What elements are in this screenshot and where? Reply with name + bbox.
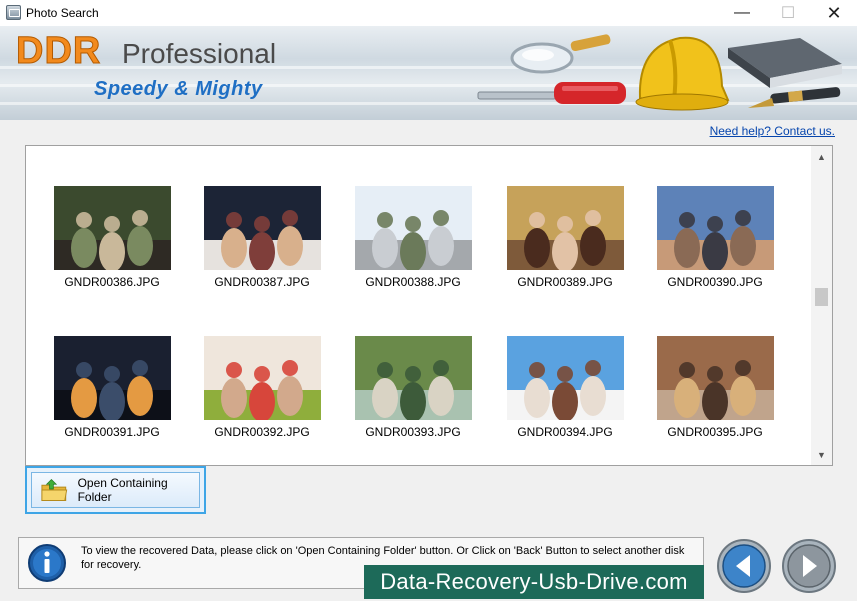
- photo-filename: GNDR00392.JPG: [214, 425, 310, 439]
- magnifier-icon: [510, 34, 611, 74]
- next-button[interactable]: [781, 538, 837, 594]
- photo-image[interactable]: [53, 336, 171, 420]
- pen-icon: [748, 87, 841, 108]
- photo-image[interactable]: [656, 336, 774, 420]
- photo-image[interactable]: [656, 186, 774, 270]
- photo-filename: GNDR00388.JPG: [365, 275, 461, 289]
- hard-hat-icon: [635, 36, 730, 111]
- window-title: Photo Search: [26, 6, 99, 20]
- photo-image[interactable]: [53, 186, 171, 270]
- close-button[interactable]: ✕: [811, 0, 857, 26]
- photo-thumbnail[interactable]: GNDR00395.JPG: [650, 336, 780, 439]
- photo-thumbnail[interactable]: GNDR00387.JPG: [197, 186, 327, 289]
- brand-logo: DDR: [15, 30, 102, 73]
- photo-image[interactable]: [506, 336, 624, 420]
- photo-filename: GNDR00391.JPG: [64, 425, 160, 439]
- photo-thumbnail[interactable]: GNDR00393.JPG: [348, 336, 478, 439]
- scroll-thumb[interactable]: [815, 288, 828, 306]
- maximize-button[interactable]: ☐: [765, 0, 811, 26]
- photo-image[interactable]: [203, 186, 321, 270]
- photo-filename: GNDR00395.JPG: [667, 425, 763, 439]
- title-bar: Photo Search — ☐ ✕: [0, 0, 857, 26]
- photo-thumbnail[interactable]: GNDR00394.JPG: [500, 336, 630, 439]
- photo-filename: GNDR00393.JPG: [365, 425, 461, 439]
- open-folder-label: Open Containing Folder: [77, 476, 168, 504]
- photo-gallery: GNDR00386.JPG GNDR00387.JPG GNDR00388.JPG G…: [25, 145, 833, 466]
- photo-thumbnail[interactable]: GNDR00389.JPG: [500, 186, 630, 289]
- photo-image[interactable]: [506, 186, 624, 270]
- photo-thumbnail[interactable]: GNDR00392.JPG: [197, 336, 327, 439]
- book-icon: [728, 38, 842, 88]
- photo-image[interactable]: [354, 336, 472, 420]
- photo-filename: GNDR00394.JPG: [517, 425, 613, 439]
- screwdriver-icon: [477, 82, 626, 104]
- photo-filename: GNDR00387.JPG: [214, 275, 310, 289]
- info-icon: [28, 544, 66, 582]
- open-containing-folder-button[interactable]: Open Containing Folder: [25, 466, 206, 514]
- website-watermark: Data-Recovery-Usb-Drive.com: [364, 565, 704, 599]
- minimize-button[interactable]: —: [719, 0, 765, 26]
- photo-filename: GNDR00390.JPG: [667, 275, 763, 289]
- photo-thumbnail[interactable]: GNDR00388.JPG: [348, 186, 478, 289]
- product-name: Professional: [122, 38, 277, 69]
- vertical-scrollbar[interactable]: ▲ ▼: [811, 146, 832, 465]
- help-link[interactable]: Need help? Contact us.: [710, 124, 835, 138]
- photo-thumbnail[interactable]: GNDR00390.JPG: [650, 186, 780, 289]
- photo-thumbnail[interactable]: GNDR00391.JPG: [47, 336, 177, 439]
- photo-filename: GNDR00389.JPG: [517, 275, 613, 289]
- photo-filename: GNDR00386.JPG: [64, 275, 160, 289]
- photo-image[interactable]: [354, 186, 472, 270]
- open-folder-button-face[interactable]: Open Containing Folder: [31, 472, 200, 508]
- header-banner: DDR Professional Speedy & Mighty: [0, 26, 857, 120]
- folder-icon: [41, 478, 68, 501]
- app-icon: [6, 5, 21, 20]
- photo-image[interactable]: [203, 336, 321, 420]
- tools-illustration: [477, 34, 842, 111]
- slogan: Speedy & Mighty: [94, 78, 263, 100]
- back-button[interactable]: [716, 538, 772, 594]
- photo-thumbnail[interactable]: GNDR00386.JPG: [47, 186, 177, 289]
- scroll-up-icon[interactable]: ▲: [811, 148, 832, 165]
- scroll-down-icon[interactable]: ▼: [811, 446, 832, 463]
